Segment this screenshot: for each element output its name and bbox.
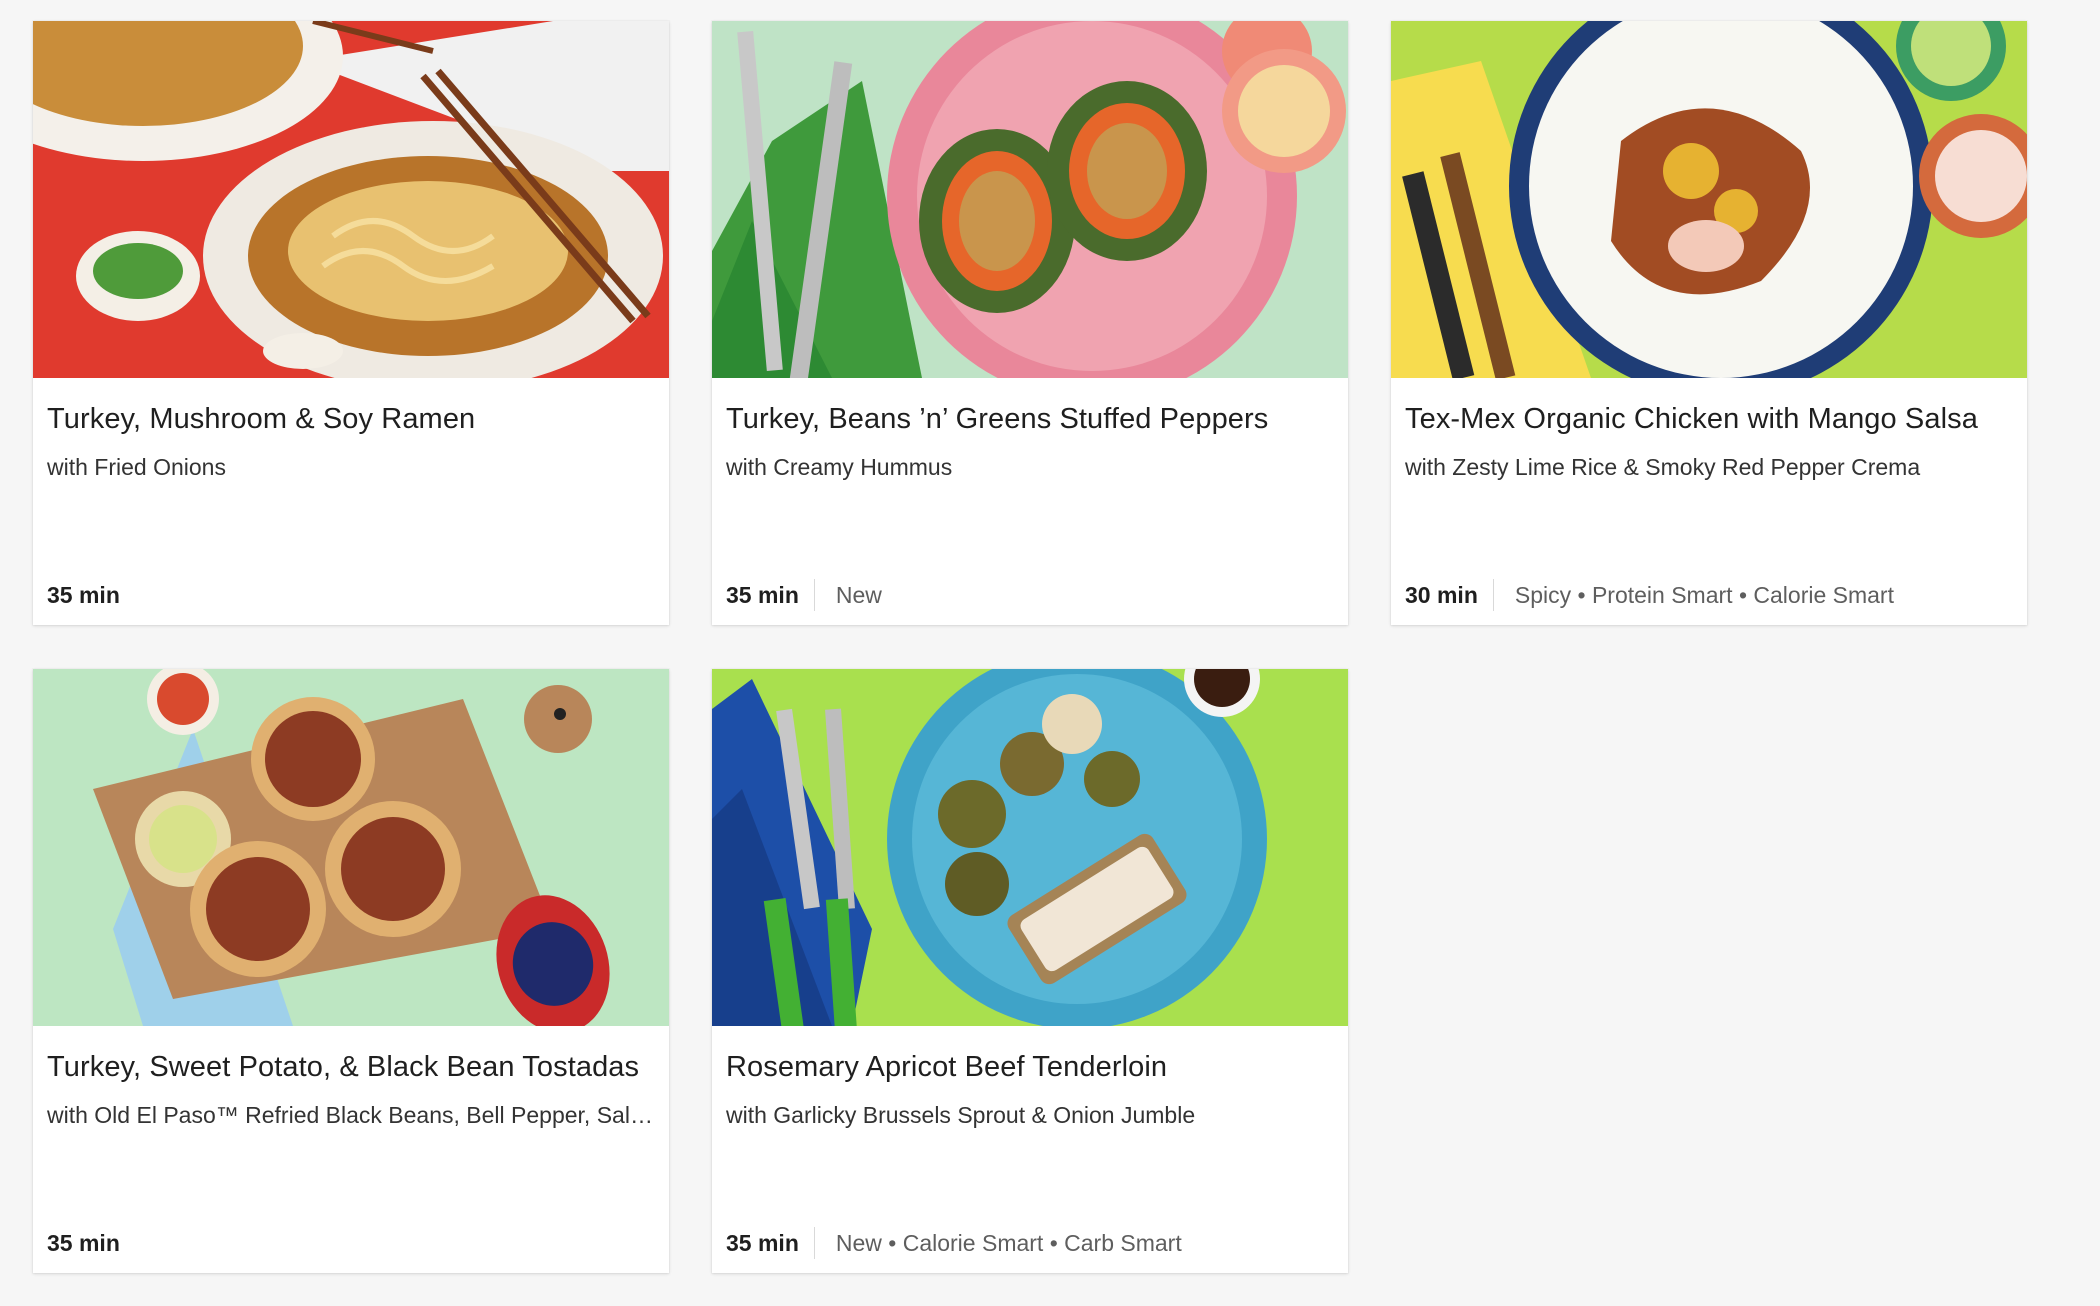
recipe-card[interactable]: Turkey, Beans ’n’ Greens Stuffed Peppers…	[712, 21, 1348, 625]
recipe-title[interactable]: Tex-Mex Organic Chicken with Mango Salsa	[1405, 403, 2015, 436]
cook-time: 35 min	[726, 1229, 799, 1256]
recipe-subtitle: with Fried Onions	[47, 454, 226, 480]
cook-time: 35 min	[47, 1229, 120, 1256]
recipe-card[interactable]: Rosemary Apricot Beef Tenderloin with Ga…	[712, 669, 1348, 1273]
recipe-photo	[712, 21, 1348, 378]
cook-time: 30 min	[1405, 581, 1478, 608]
recipe-title[interactable]: Turkey, Mushroom & Soy Ramen	[47, 403, 657, 436]
recipe-subtitle: with Old El Paso™ Refried Black Beans, B…	[47, 1102, 657, 1128]
tex-mex-chicken-photo	[1391, 21, 2027, 378]
recipe-title[interactable]: Turkey, Sweet Potato, & Black Bean Tosta…	[47, 1051, 657, 1084]
recipe-tags: Spicy • Protein Smart • Calorie Smart	[1514, 581, 1894, 608]
ramen-photo	[33, 21, 669, 378]
recipe-tags: New • Calorie Smart • Carb Smart	[835, 1229, 1182, 1256]
recipe-subtitle: with Zesty Lime Rice & Smoky Red Pepper …	[1405, 454, 1921, 480]
recipe-subtitle: with Garlicky Brussels Sprout & Onion Ju…	[726, 1102, 1196, 1128]
meta-divider	[813, 1227, 815, 1259]
meta-divider	[813, 579, 815, 611]
recipe-card[interactable]: Turkey, Mushroom & Soy Ramen with Fried …	[33, 21, 669, 625]
recipe-title[interactable]: Turkey, Beans ’n’ Greens Stuffed Peppers	[726, 403, 1336, 436]
recipe-meta: 35 min	[47, 578, 120, 612]
recipe-photo	[1391, 21, 2027, 378]
recipe-meta: 35 min	[47, 1226, 120, 1260]
cook-time: 35 min	[726, 581, 799, 608]
tostadas-photo	[33, 669, 669, 1026]
recipe-subtitle: with Creamy Hummus	[726, 454, 953, 480]
cook-time: 35 min	[47, 581, 120, 608]
recipe-meta: 35 min New	[726, 578, 882, 612]
recipe-grid: Turkey, Mushroom & Soy Ramen with Fried …	[0, 0, 2100, 1306]
recipe-photo	[33, 21, 669, 378]
recipe-photo	[712, 669, 1348, 1026]
meta-divider	[1492, 579, 1494, 611]
recipe-meta: 35 min New • Calorie Smart • Carb Smart	[726, 1226, 1182, 1260]
stuffed-peppers-photo	[712, 21, 1348, 378]
recipe-meta: 30 min Spicy • Protein Smart • Calorie S…	[1405, 578, 1894, 612]
recipe-card[interactable]: Tex-Mex Organic Chicken with Mango Salsa…	[1391, 21, 2027, 625]
recipe-title[interactable]: Rosemary Apricot Beef Tenderloin	[726, 1051, 1336, 1084]
recipe-tags: New	[835, 581, 882, 608]
recipe-card[interactable]: Turkey, Sweet Potato, & Black Bean Tosta…	[33, 669, 669, 1273]
beef-tenderloin-photo	[712, 669, 1348, 1026]
recipe-photo	[33, 669, 669, 1026]
